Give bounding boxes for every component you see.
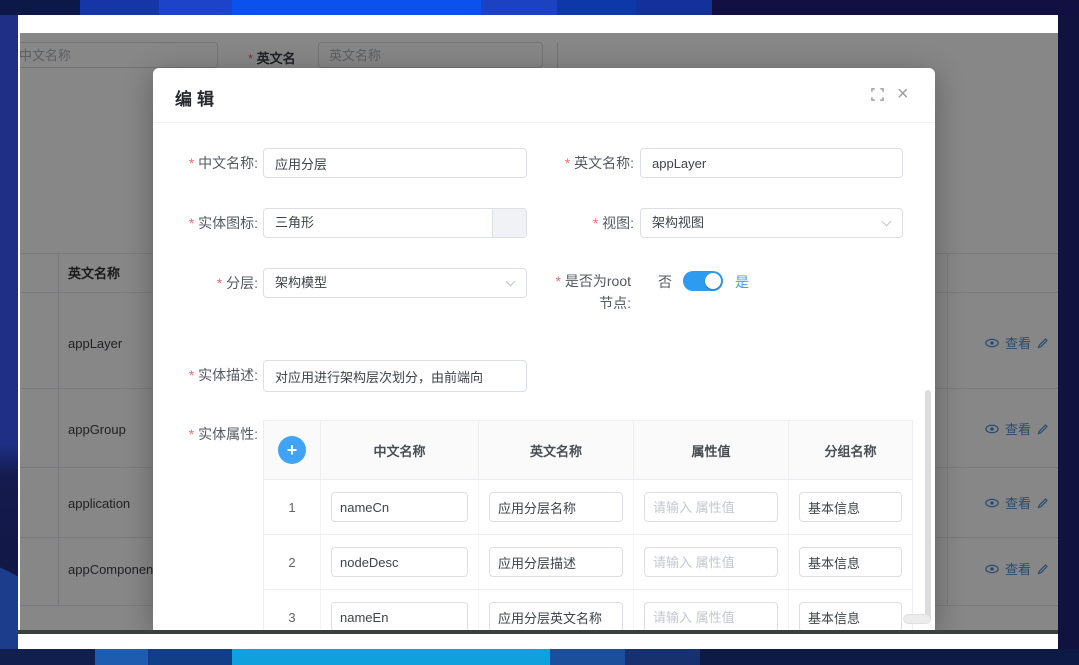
icon-picker-addon[interactable] <box>492 209 526 237</box>
dialog-title: 编辑 <box>175 85 219 110</box>
attr-group-input[interactable] <box>799 492 902 522</box>
attribute-table: 中文名称 英文名称 属性值 分组名称 1 2 <box>263 420 913 630</box>
row-index: 2 <box>264 535 321 589</box>
view-value: 架构视图 <box>652 215 704 230</box>
name-en-label: 英文名称: <box>533 153 634 173</box>
wallpaper-right-strip <box>1058 15 1079 649</box>
entity-desc-input[interactable] <box>263 360 527 392</box>
col-header-name-cn: 中文名称 <box>321 421 479 479</box>
toggle-knob <box>705 273 721 289</box>
is-root-label: 是否为root节点: <box>553 270 631 314</box>
name-en-input[interactable] <box>640 148 903 178</box>
attr-group-input[interactable] <box>799 547 902 577</box>
row-index: 1 <box>264 480 321 534</box>
chevron-down-icon <box>882 217 892 227</box>
browser-viewport: 英文名 英文名称 appLayer appGroup application a… <box>20 33 1058 630</box>
entity-attrs-label: 实体属性: <box>153 424 258 444</box>
fullscreen-icon[interactable] <box>871 88 884 106</box>
attr-name-en-input[interactable] <box>489 492 623 522</box>
col-header-value: 属性值 <box>634 421 789 479</box>
wallpaper-top-band <box>0 0 1079 15</box>
app-window: 英文名 英文名称 appLayer appGroup application a… <box>18 15 1058 649</box>
view-label: 视图: <box>533 213 634 233</box>
name-cn-input[interactable] <box>263 148 527 178</box>
view-select[interactable]: 架构视图 <box>640 208 903 238</box>
chevron-down-icon <box>506 277 516 287</box>
switch-on-text: 是 <box>735 272 749 292</box>
edit-dialog: 编辑 × 中文名称: 英文名称: 实体图标: 三角形 视图: 架 <box>153 68 935 630</box>
attribute-row: 1 <box>264 479 912 534</box>
viewport-bottom-edge <box>18 630 1058 634</box>
row-index: 3 <box>264 590 321 630</box>
wallpaper-curve-shape <box>0 560 18 649</box>
attr-group-input[interactable] <box>799 602 902 630</box>
layer-label: 分层: <box>153 273 258 293</box>
wallpaper-bottom-band <box>0 649 1079 665</box>
col-header-group: 分组名称 <box>789 421 912 479</box>
entity-desc-label: 实体描述: <box>153 365 258 385</box>
layer-select[interactable]: 架构模型 <box>263 268 527 298</box>
entity-icon-label: 实体图标: <box>153 213 258 233</box>
attribute-row: 3 <box>264 589 912 630</box>
attr-name-en-input[interactable] <box>489 602 623 630</box>
add-attribute-button[interactable] <box>278 436 306 464</box>
col-header-name-en: 英文名称 <box>479 421 634 479</box>
attr-name-en-input[interactable] <box>489 547 623 577</box>
dialog-scrollbar-thumb[interactable] <box>925 390 931 622</box>
attribute-table-header: 中文名称 英文名称 属性值 分组名称 <box>264 421 912 479</box>
entity-icon-input[interactable]: 三角形 <box>263 208 527 238</box>
switch-off-text: 否 <box>658 272 672 292</box>
attr-name-cn-input[interactable] <box>331 602 468 630</box>
is-root-toggle[interactable] <box>683 271 723 291</box>
attr-name-cn-input[interactable] <box>331 492 468 522</box>
dialog-header: 编辑 × <box>153 68 935 123</box>
attr-value-input[interactable] <box>644 547 778 577</box>
layer-value: 架构模型 <box>275 275 327 290</box>
wallpaper-left-strip <box>0 15 18 649</box>
name-cn-label: 中文名称: <box>153 153 258 173</box>
table-hscrollbar-thumb[interactable] <box>903 614 931 624</box>
attr-value-input[interactable] <box>644 492 778 522</box>
attr-name-cn-input[interactable] <box>331 547 468 577</box>
close-icon[interactable]: × <box>897 84 909 104</box>
attribute-row: 2 <box>264 534 912 589</box>
attr-value-input[interactable] <box>644 602 778 630</box>
entity-icon-value: 三角形 <box>275 215 314 230</box>
